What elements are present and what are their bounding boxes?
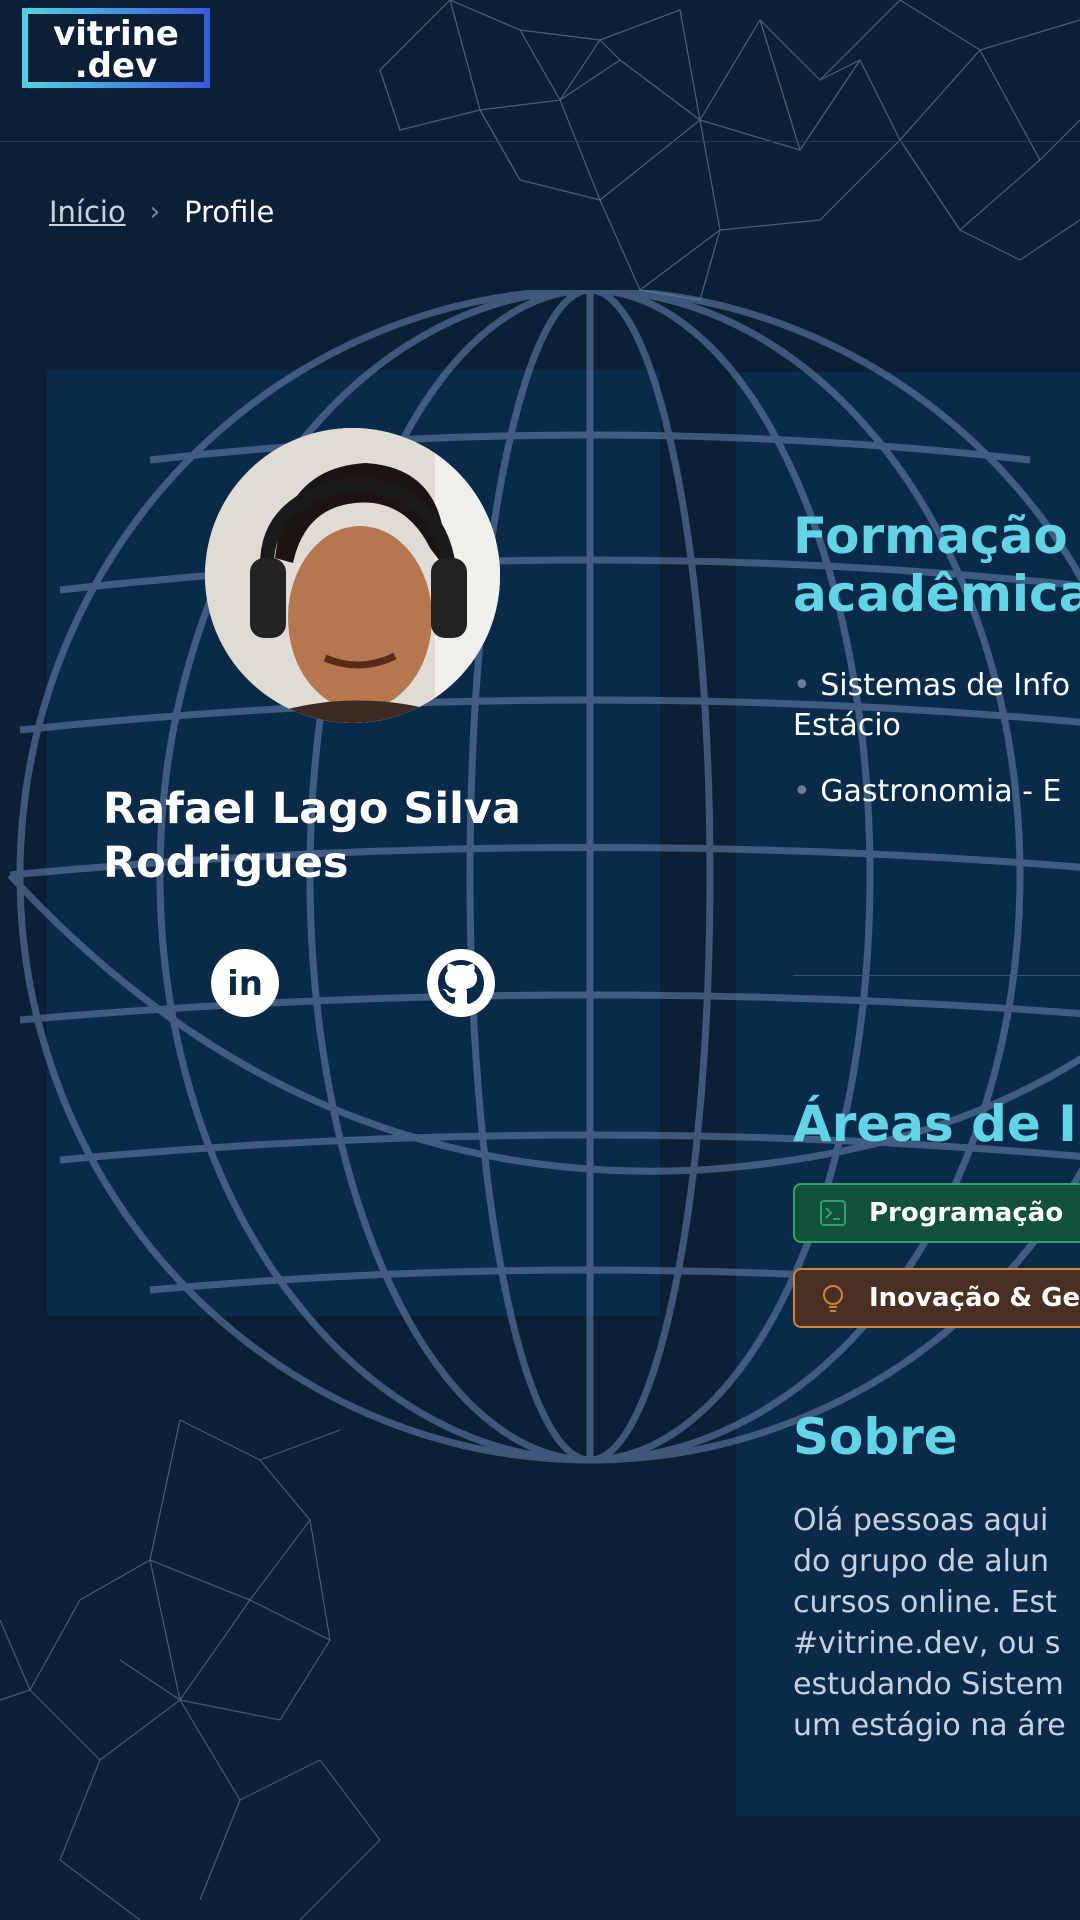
github-icon[interactable]	[426, 948, 496, 1018]
profile-name: Rafael Lago Silva Rodrigues	[103, 784, 521, 888]
avatar-image	[205, 428, 500, 723]
breadcrumb-current: Profile	[184, 195, 275, 229]
about-text: Olá pessoas aqui do grupo de alun cursos…	[793, 1503, 1066, 1743]
vitrine-dev-logo[interactable]: vitrine .dev	[22, 8, 210, 88]
education-title: Formação acadêmica	[793, 507, 1080, 623]
education-item: • Sistemas de Info Estácio	[793, 668, 1071, 743]
tag-label: Programação	[869, 1198, 1064, 1228]
linkedin-icon[interactable]: in	[210, 948, 280, 1018]
education-item: • Gastronomia - E	[793, 774, 1062, 809]
interest-tag-inovacao[interactable]: Inovação & Ge	[793, 1268, 1080, 1328]
breadcrumb-home-link[interactable]: Início	[49, 195, 126, 229]
lightbulb-icon	[823, 1285, 843, 1312]
interest-tag-programacao[interactable]: Programação	[793, 1183, 1080, 1243]
top-header: vitrine .dev	[0, 0, 1080, 142]
profile-avatar	[205, 428, 500, 723]
section-divider	[793, 975, 1080, 976]
tag-label: Inovação & Ge	[869, 1283, 1080, 1313]
svg-text:in: in	[227, 964, 263, 1004]
logo-text: vitrine .dev	[53, 14, 179, 86]
about-title: Sobre	[793, 1408, 958, 1466]
breadcrumb: Início › Profile	[49, 195, 274, 229]
chevron-right-icon: ›	[149, 197, 161, 227]
terminal-icon	[820, 1200, 846, 1226]
interests-title: Áreas de In	[793, 1095, 1080, 1153]
